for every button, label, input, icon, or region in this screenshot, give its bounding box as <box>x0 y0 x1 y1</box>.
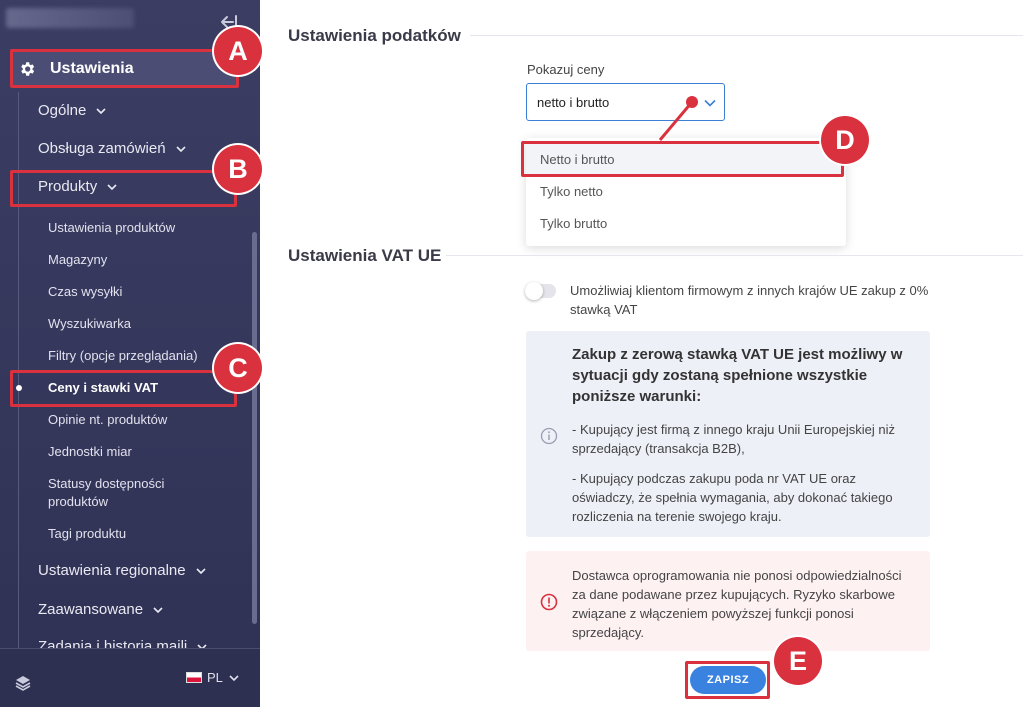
annotation-badge-e: E <box>774 637 822 685</box>
annotation-badge-a: A <box>214 27 262 75</box>
annotation-badge-b: B <box>214 145 262 193</box>
annotation-badge-d: D <box>821 116 869 164</box>
annotation-badge-c: C <box>214 344 262 392</box>
annotation-connector <box>658 96 698 141</box>
